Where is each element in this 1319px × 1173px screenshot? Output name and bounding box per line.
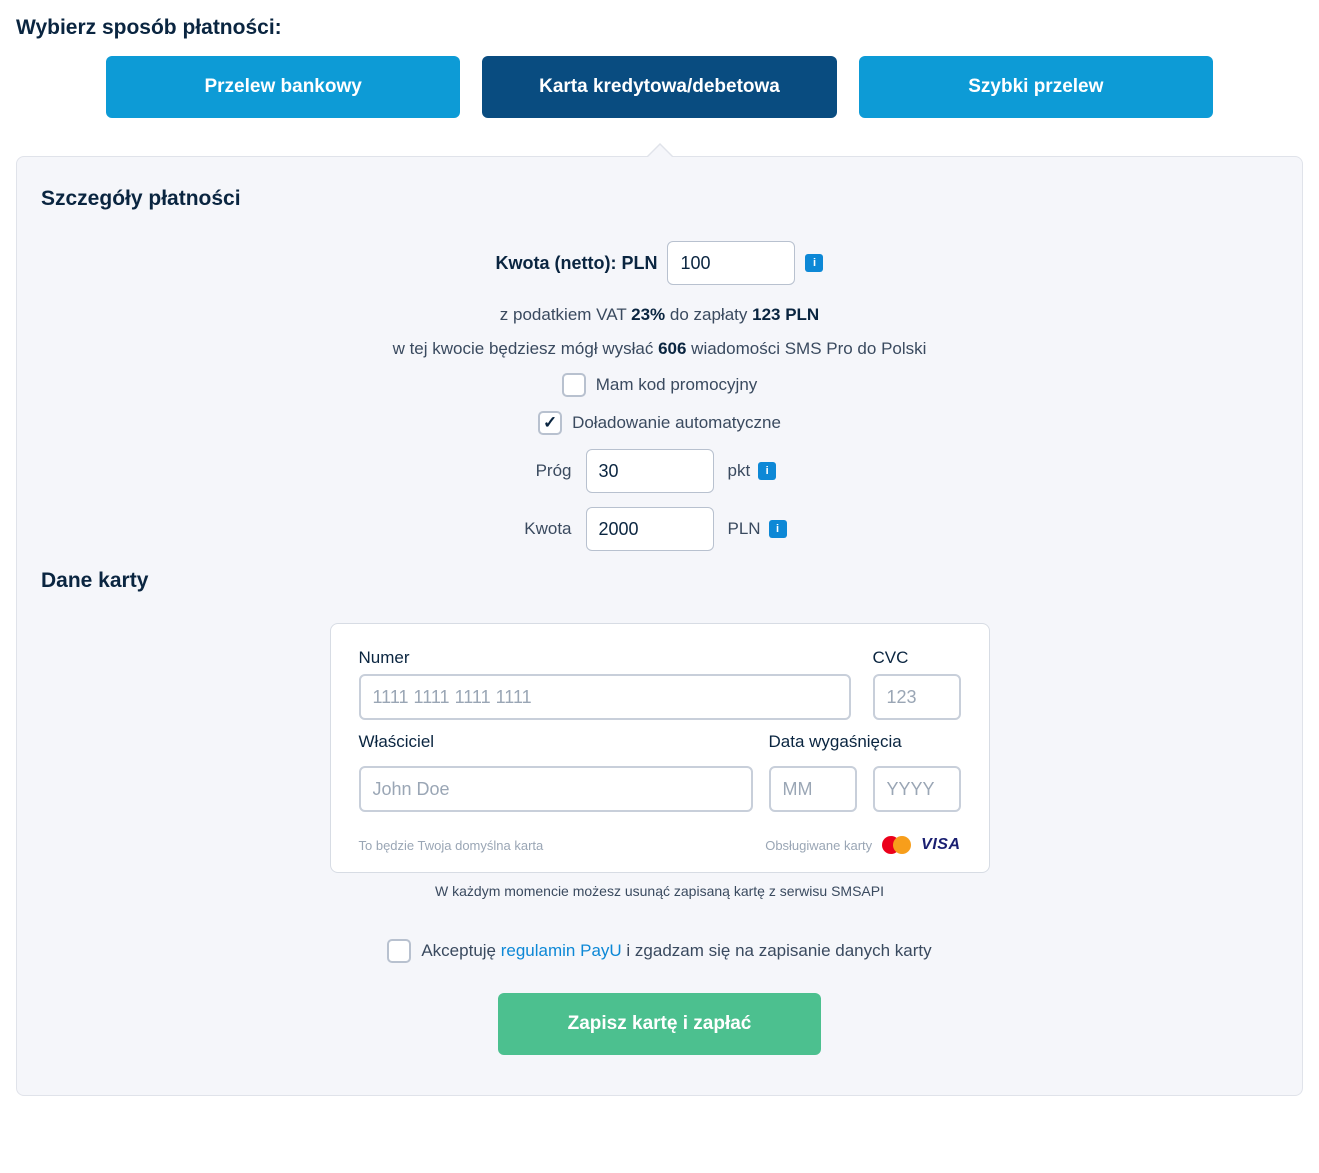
tab-fast-transfer[interactable]: Szybki przelew xyxy=(859,56,1213,118)
info-icon[interactable]: i xyxy=(769,520,787,538)
vat-line: z podatkiem VAT 23% do zapłaty 123 PLN xyxy=(41,305,1278,325)
card-number-label: Numer xyxy=(359,648,851,668)
promo-label: Mam kod promocyjny xyxy=(596,375,758,395)
tab-bank-transfer[interactable]: Przelew bankowy xyxy=(106,56,460,118)
sms-prefix: w tej kwocie będziesz mógł wysłać xyxy=(393,339,658,358)
payment-tabs: Przelew bankowy Karta kredytowa/debetowa… xyxy=(16,56,1303,118)
auto-row: Doładowanie automatyczne xyxy=(41,411,1278,435)
owner-label: Właściciel xyxy=(359,732,753,752)
cvc-input[interactable] xyxy=(873,674,961,720)
tab-card[interactable]: Karta kredytowa/debetowa xyxy=(482,56,836,118)
auto-checkbox[interactable] xyxy=(538,411,562,435)
accept-row: Akceptuję regulamin PayU i zgadzam się n… xyxy=(41,939,1278,963)
terms-link[interactable]: regulamin PayU xyxy=(501,941,622,960)
accept-post: i zgadzam się na zapisanie danych karty xyxy=(622,941,932,960)
amount2-input[interactable] xyxy=(586,507,714,551)
threshold-input[interactable] xyxy=(586,449,714,493)
supported-cards-note: Obsługiwane karty xyxy=(765,838,872,853)
promo-checkbox[interactable] xyxy=(562,373,586,397)
promo-row: Mam kod promocyjny xyxy=(41,373,1278,397)
vat-mid: do zapłaty xyxy=(665,305,752,324)
amount2-label: Kwota xyxy=(512,519,572,539)
amount-label: Kwota (netto): PLN xyxy=(496,253,658,274)
accept-pre: Akceptuję xyxy=(421,941,500,960)
threshold-row: Próg pkt i xyxy=(41,449,1278,493)
sms-suffix: wiadomości SMS Pro do Polski xyxy=(686,339,926,358)
sms-count: 606 xyxy=(658,339,686,358)
info-icon[interactable]: i xyxy=(758,462,776,480)
card-title: Dane karty xyxy=(41,569,1278,593)
info-icon[interactable]: i xyxy=(805,254,823,272)
submit-button[interactable]: Zapisz kartę i zapłać xyxy=(498,993,822,1055)
owner-input[interactable] xyxy=(359,766,753,812)
vat-rate: 23% xyxy=(631,305,665,324)
auto-label: Doładowanie automatyczne xyxy=(572,413,781,433)
exp-month-input[interactable] xyxy=(769,766,857,812)
payment-panel: Szczegóły płatności Kwota (netto): PLN i… xyxy=(16,156,1303,1096)
card-number-input[interactable] xyxy=(359,674,851,720)
default-card-note: To będzie Twoja domyślna karta xyxy=(359,838,544,853)
sms-line: w tej kwocie będziesz mógł wysłać 606 wi… xyxy=(41,339,1278,359)
accept-checkbox[interactable] xyxy=(387,939,411,963)
page-title: Wybierz sposób płatności: xyxy=(16,16,1303,40)
cvc-label: CVC xyxy=(873,648,961,668)
threshold-label: Próg xyxy=(512,461,572,481)
amount2-unit: PLN xyxy=(728,519,761,539)
amount2-row: Kwota PLN i xyxy=(41,507,1278,551)
details-title: Szczegóły płatności xyxy=(41,187,1278,211)
panel-pointer xyxy=(648,145,672,157)
amount-input[interactable] xyxy=(667,241,795,285)
card-box: Numer CVC Właściciel Data wygaśnięcia To… xyxy=(330,623,990,873)
threshold-unit: pkt xyxy=(728,461,751,481)
vat-total: 123 PLN xyxy=(752,305,819,324)
exp-year-input[interactable] xyxy=(873,766,961,812)
card-remove-note: W każdym momencie możesz usunąć zapisaną… xyxy=(41,883,1278,899)
visa-icon: VISA xyxy=(921,836,960,854)
amount-row: Kwota (netto): PLN i xyxy=(496,241,824,285)
mastercard-icon xyxy=(882,836,911,854)
vat-prefix: z podatkiem VAT xyxy=(500,305,631,324)
exp-label: Data wygaśnięcia xyxy=(769,732,961,752)
